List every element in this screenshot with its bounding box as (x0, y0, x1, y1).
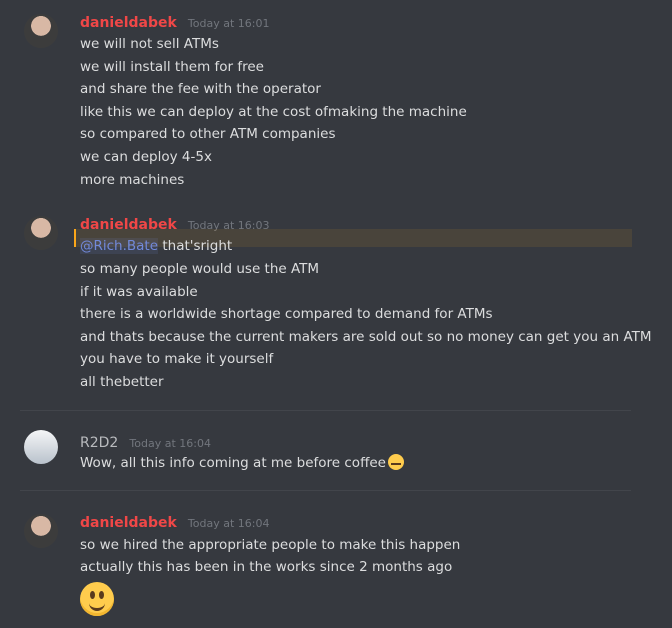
message-line: we can deploy 4-5x (80, 149, 212, 165)
message-line: we will install them for free (80, 59, 264, 75)
message-line: if it was available (80, 284, 198, 300)
message-line: and share the fee with the operator (80, 81, 321, 97)
message-header: R2D2 Today at 16:04 (80, 432, 211, 451)
user-avatar[interactable] (24, 14, 58, 48)
grimacing-emoji-icon (387, 454, 404, 470)
message-header: danieldabek Today at 16:01 (80, 12, 269, 31)
message-line: we will not sell ATMs (80, 36, 219, 52)
mention-message-line: @Rich.Bate that'sright (80, 235, 232, 257)
timestamp: Today at 16:04 (187, 517, 270, 530)
message-header: danieldabek Today at 16:04 (80, 512, 269, 531)
author-name[interactable]: R2D2 (80, 435, 118, 451)
message-line: so we hired the appropriate people to ma… (80, 537, 461, 553)
message-line: and thats because the current makers are… (80, 329, 652, 345)
message-line: more machines (80, 172, 185, 188)
message-line: so compared to other ATM companies (80, 126, 336, 142)
smiley-emoji-icon (80, 582, 114, 616)
timestamp: Today at 16:04 (129, 437, 211, 450)
message-divider (20, 410, 631, 411)
message-line: there is a worldwide shortage compared t… (80, 306, 493, 322)
timestamp: Today at 16:01 (187, 17, 270, 30)
author-name[interactable]: danieldabek (80, 15, 177, 31)
message-line: you have to make it yourself (80, 351, 274, 367)
message-line: so many people would use the ATM (80, 261, 320, 277)
user-avatar[interactable] (24, 430, 58, 464)
message-line: all thebetter (80, 374, 164, 390)
message-line: like this we can deploy at the cost ofma… (80, 104, 467, 120)
user-mention[interactable]: @Rich.Bate (80, 238, 159, 254)
user-avatar[interactable] (24, 216, 58, 250)
message-line: Wow, all this info coming at me before c… (80, 452, 404, 474)
user-avatar[interactable] (24, 514, 58, 548)
message-divider (20, 490, 631, 491)
message-text: Wow, all this info coming at me before c… (80, 455, 386, 471)
message-text: that'sright (158, 238, 233, 254)
message-line: actually this has been in the works sinc… (80, 559, 453, 575)
author-name[interactable]: danieldabek (80, 515, 177, 531)
